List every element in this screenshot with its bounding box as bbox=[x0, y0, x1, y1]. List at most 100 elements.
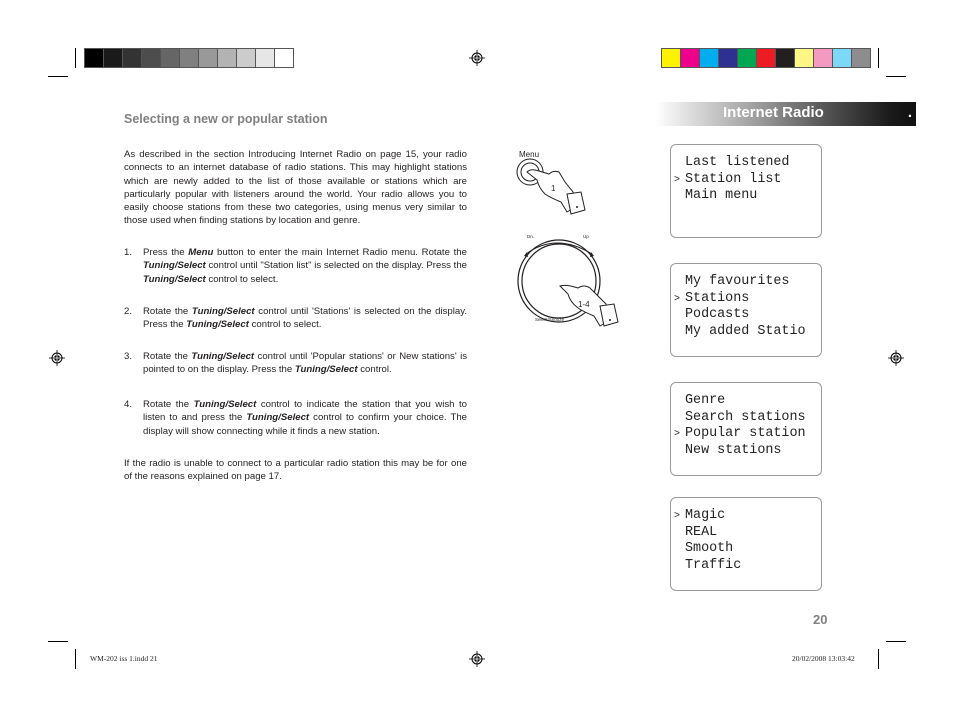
lcd-line: New stations bbox=[674, 443, 781, 458]
lcd-line-text: Magic bbox=[685, 508, 726, 523]
lcd-line-text: Genre bbox=[685, 393, 726, 408]
lcd-line-text: Podcasts bbox=[685, 307, 750, 322]
color-swatch bbox=[738, 49, 757, 67]
color-swatch bbox=[85, 49, 104, 67]
section-banner-mark: . bbox=[907, 104, 912, 121]
step-text: Rotate the Tuning/Select control until '… bbox=[143, 305, 467, 332]
step-marker: 1-4 bbox=[578, 300, 590, 309]
crop-mark bbox=[886, 641, 906, 642]
step-number: 4. bbox=[124, 399, 133, 410]
lcd-line-selected: > Station list bbox=[674, 172, 781, 187]
lcd-line-text: My favourites bbox=[685, 274, 790, 289]
crop-mark bbox=[878, 649, 879, 669]
crop-mark bbox=[75, 48, 76, 68]
section-title: Internet Radio bbox=[723, 104, 824, 121]
page-heading: Selecting a new or popular station bbox=[124, 112, 328, 126]
lcd-line-text: Station list bbox=[685, 171, 782, 187]
lcd-line-text: Popular station bbox=[685, 426, 806, 441]
control-name: Tuning/Select bbox=[191, 306, 255, 317]
color-swatch bbox=[161, 49, 180, 67]
lcd-line: Podcasts bbox=[674, 307, 749, 322]
lcd-line-selected: > Magic bbox=[674, 508, 725, 523]
step-4: 4. Rotate the Tuning/Select control to i… bbox=[124, 398, 467, 438]
control-name: Tuning/Select bbox=[294, 364, 358, 376]
section-banner: Internet Radio . bbox=[656, 102, 916, 126]
color-swatch bbox=[104, 49, 123, 67]
step-number: 2. bbox=[124, 306, 133, 317]
step-text-run: Rotate the bbox=[143, 306, 192, 317]
lcd-line: Genre bbox=[674, 393, 725, 408]
control-name: Tuning/Select bbox=[193, 399, 257, 410]
color-swatch bbox=[852, 49, 870, 67]
lcd-line-text: Last listened bbox=[685, 155, 790, 170]
cursor-icon: > bbox=[674, 174, 681, 186]
color-swatch bbox=[795, 49, 814, 67]
lcd-display: My favourites > Stations Podcasts My added S… bbox=[670, 263, 822, 357]
color-swatch bbox=[275, 49, 293, 67]
lcd-line-text: Smooth bbox=[685, 541, 734, 556]
lcd-line-selected: > Popular station bbox=[674, 426, 806, 441]
control-name: Menu bbox=[188, 247, 214, 258]
lcd-line-text: Traffic bbox=[685, 557, 742, 573]
step-text-run: control. bbox=[357, 364, 392, 376]
crop-mark bbox=[48, 641, 68, 642]
step-text-run: control until "Station list" is selected… bbox=[205, 260, 467, 272]
lcd-line-text: Stations bbox=[685, 290, 750, 306]
crop-mark bbox=[75, 649, 76, 669]
lcd-line: Smooth bbox=[674, 541, 733, 556]
lcd-line-text: Main menu bbox=[685, 188, 758, 203]
control-name: Tuning/Select bbox=[143, 260, 206, 272]
color-swatch bbox=[700, 49, 719, 67]
color-swatch bbox=[833, 49, 852, 67]
color-swatch bbox=[123, 49, 142, 67]
lcd-display: Last listened > Station list Main menu bbox=[670, 144, 822, 238]
color-swatch bbox=[814, 49, 833, 67]
step-text: Press the Menu button to enter the main … bbox=[143, 246, 467, 286]
color-swatch bbox=[719, 49, 738, 67]
step-text-run: button to enter the main Internet Radio … bbox=[213, 247, 467, 258]
lcd-line: Last listened bbox=[674, 155, 789, 170]
footer-note: If the radio is unable to connect to a p… bbox=[124, 458, 467, 483]
color-swatch bbox=[237, 49, 256, 67]
dial-up-label: Up bbox=[583, 234, 589, 239]
registration-mark-icon bbox=[888, 350, 904, 366]
lcd-line-text: My added Statio bbox=[685, 323, 806, 339]
cursor-icon: > bbox=[674, 429, 681, 440]
registration-mark-icon bbox=[49, 350, 65, 366]
control-name: Tuning/Select bbox=[246, 412, 310, 424]
grayscale-swatch-bar bbox=[84, 48, 294, 68]
step-1: 1. Press the Menu button to enter the ma… bbox=[124, 246, 467, 286]
control-name: Tuning/Select bbox=[143, 273, 206, 285]
step-text-run: control to select. bbox=[205, 273, 279, 285]
step-number: 1. bbox=[124, 247, 133, 258]
color-swatch bbox=[757, 49, 776, 67]
crop-mark bbox=[48, 76, 68, 77]
intro-paragraph: As described in the section Introducing … bbox=[124, 149, 467, 227]
lcd-line: REAL bbox=[674, 525, 717, 540]
control-name: Tuning/Select bbox=[191, 351, 255, 362]
tuning-dial-icon bbox=[517, 239, 619, 327]
color-swatch bbox=[142, 49, 161, 67]
color-swatch bbox=[681, 49, 700, 67]
color-swatch bbox=[199, 49, 218, 67]
lcd-line: Search stations bbox=[674, 410, 806, 425]
color-swatch bbox=[256, 49, 275, 67]
lcd-line: Main menu bbox=[674, 188, 757, 203]
color-swatch bbox=[776, 49, 795, 67]
step-text: Rotate the Tuning/Select control to indi… bbox=[143, 398, 467, 438]
lcd-line-text: New stations bbox=[685, 442, 782, 458]
lcd-display: Genre Search stations > Popular station New … bbox=[670, 382, 822, 476]
date-slug: 20/02/2008 13:03:42 bbox=[792, 654, 855, 663]
step-marker: 1 bbox=[551, 184, 556, 193]
step-text-run: control to select. bbox=[248, 319, 322, 331]
color-swatch bbox=[662, 49, 681, 67]
step-number: 3. bbox=[124, 351, 133, 362]
color-swatch bbox=[180, 49, 199, 67]
dial-down-label: Dn. bbox=[527, 234, 535, 239]
color-swatch bbox=[218, 49, 237, 67]
crop-mark bbox=[886, 76, 906, 77]
cursor-icon: > bbox=[674, 293, 681, 305]
registration-mark-icon bbox=[469, 50, 485, 66]
crop-mark bbox=[878, 48, 879, 68]
lcd-line-selected: > Stations bbox=[674, 291, 749, 306]
